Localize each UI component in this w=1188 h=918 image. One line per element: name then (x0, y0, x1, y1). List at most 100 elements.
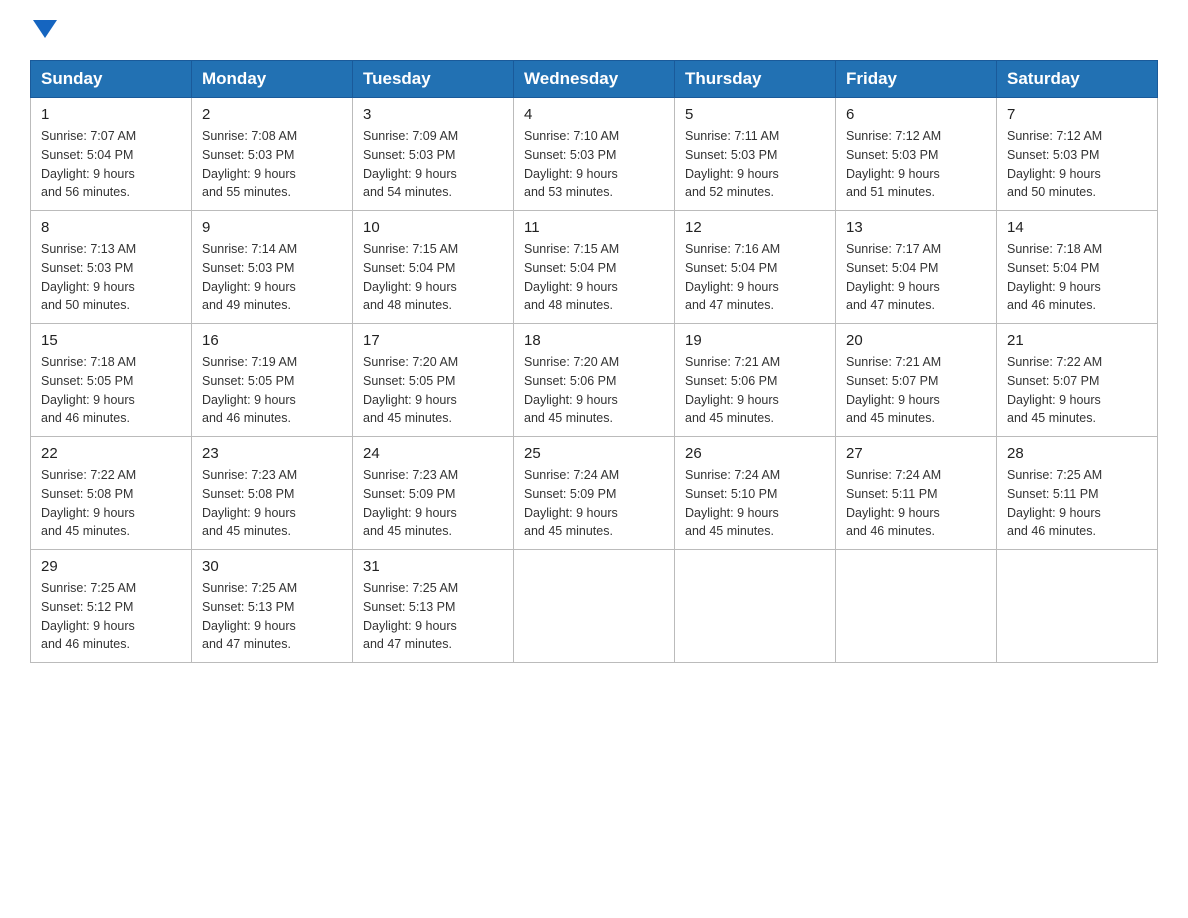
calendar-cell: 10 Sunrise: 7:15 AMSunset: 5:04 PMDayligh… (353, 211, 514, 324)
day-info: Sunrise: 7:07 AMSunset: 5:04 PMDaylight:… (41, 127, 181, 202)
day-number: 22 (41, 445, 181, 462)
day-info: Sunrise: 7:11 AMSunset: 5:03 PMDaylight:… (685, 127, 825, 202)
day-info: Sunrise: 7:14 AMSunset: 5:03 PMDaylight:… (202, 240, 342, 315)
calendar-cell: 31 Sunrise: 7:25 AMSunset: 5:13 PMDayligh… (353, 550, 514, 663)
day-number: 9 (202, 219, 342, 236)
calendar-cell: 22 Sunrise: 7:22 AMSunset: 5:08 PMDayligh… (31, 437, 192, 550)
calendar-cell (514, 550, 675, 663)
calendar-cell (675, 550, 836, 663)
day-info: Sunrise: 7:23 AMSunset: 5:08 PMDaylight:… (202, 466, 342, 541)
calendar-cell: 29Sunrise: 7:25 AMSunset: 5:12 PMDayligh… (31, 550, 192, 663)
col-header-thursday: Thursday (675, 61, 836, 98)
week-row-2: 8 Sunrise: 7:13 AMSunset: 5:03 PMDaylight… (31, 211, 1158, 324)
day-number: 3 (363, 106, 503, 123)
day-number: 6 (846, 106, 986, 123)
col-header-sunday: Sunday (31, 61, 192, 98)
day-number: 21 (1007, 332, 1147, 349)
calendar-cell: 11 Sunrise: 7:15 AMSunset: 5:04 PMDayligh… (514, 211, 675, 324)
day-info: Sunrise: 7:18 AMSunset: 5:05 PMDaylight:… (41, 353, 181, 428)
day-number: 24 (363, 445, 503, 462)
day-info: Sunrise: 7:09 AMSunset: 5:03 PMDaylight:… (363, 127, 503, 202)
day-info: Sunrise: 7:25 AMSunset: 5:13 PMDaylight:… (363, 579, 503, 654)
day-info: Sunrise: 7:18 AMSunset: 5:04 PMDaylight:… (1007, 240, 1147, 315)
day-number: 4 (524, 106, 664, 123)
calendar-cell: 4 Sunrise: 7:10 AMSunset: 5:03 PMDaylight… (514, 98, 675, 211)
calendar-cell: 18 Sunrise: 7:20 AMSunset: 5:06 PMDayligh… (514, 324, 675, 437)
day-info: Sunrise: 7:10 AMSunset: 5:03 PMDaylight:… (524, 127, 664, 202)
calendar-cell: 27 Sunrise: 7:24 AMSunset: 5:11 PMDayligh… (836, 437, 997, 550)
day-number: 12 (685, 219, 825, 236)
day-info: Sunrise: 7:22 AMSunset: 5:08 PMDaylight:… (41, 466, 181, 541)
day-number: 31 (363, 558, 503, 575)
calendar-cell: 19 Sunrise: 7:21 AMSunset: 5:06 PMDayligh… (675, 324, 836, 437)
logo (30, 20, 57, 40)
calendar-cell (997, 550, 1158, 663)
day-info: Sunrise: 7:20 AMSunset: 5:05 PMDaylight:… (363, 353, 503, 428)
week-row-4: 22 Sunrise: 7:22 AMSunset: 5:08 PMDayligh… (31, 437, 1158, 550)
day-info: Sunrise: 7:15 AMSunset: 5:04 PMDaylight:… (363, 240, 503, 315)
day-number: 1 (41, 106, 181, 123)
logo-triangle-icon (33, 20, 57, 38)
day-info: Sunrise: 7:25 AMSunset: 5:13 PMDaylight:… (202, 579, 342, 654)
calendar-cell: 6Sunrise: 7:12 AMSunset: 5:03 PMDaylight… (836, 98, 997, 211)
day-number: 8 (41, 219, 181, 236)
calendar-cell: 23 Sunrise: 7:23 AMSunset: 5:08 PMDayligh… (192, 437, 353, 550)
day-number: 10 (363, 219, 503, 236)
day-number: 26 (685, 445, 825, 462)
day-number: 14 (1007, 219, 1147, 236)
calendar-cell: 5 Sunrise: 7:11 AMSunset: 5:03 PMDaylight… (675, 98, 836, 211)
calendar-cell (836, 550, 997, 663)
day-info: Sunrise: 7:24 AMSunset: 5:09 PMDaylight:… (524, 466, 664, 541)
calendar-cell: 30Sunrise: 7:25 AMSunset: 5:13 PMDayligh… (192, 550, 353, 663)
day-number: 18 (524, 332, 664, 349)
day-number: 11 (524, 219, 664, 236)
col-header-wednesday: Wednesday (514, 61, 675, 98)
day-number: 7 (1007, 106, 1147, 123)
week-row-3: 15 Sunrise: 7:18 AMSunset: 5:05 PMDayligh… (31, 324, 1158, 437)
day-info: Sunrise: 7:25 AMSunset: 5:11 PMDaylight:… (1007, 466, 1147, 541)
day-info: Sunrise: 7:13 AMSunset: 5:03 PMDaylight:… (41, 240, 181, 315)
day-number: 17 (363, 332, 503, 349)
calendar-cell: 16 Sunrise: 7:19 AMSunset: 5:05 PMDayligh… (192, 324, 353, 437)
calendar-cell: 9 Sunrise: 7:14 AMSunset: 5:03 PMDaylight… (192, 211, 353, 324)
day-info: Sunrise: 7:20 AMSunset: 5:06 PMDaylight:… (524, 353, 664, 428)
calendar-cell: 17 Sunrise: 7:20 AMSunset: 5:05 PMDayligh… (353, 324, 514, 437)
page-header (30, 20, 1158, 40)
day-number: 15 (41, 332, 181, 349)
day-info: Sunrise: 7:17 AMSunset: 5:04 PMDaylight:… (846, 240, 986, 315)
calendar-cell: 3 Sunrise: 7:09 AMSunset: 5:03 PMDaylight… (353, 98, 514, 211)
day-number: 19 (685, 332, 825, 349)
day-info: Sunrise: 7:16 AMSunset: 5:04 PMDaylight:… (685, 240, 825, 315)
col-header-saturday: Saturday (997, 61, 1158, 98)
week-row-1: 1 Sunrise: 7:07 AMSunset: 5:04 PMDaylight… (31, 98, 1158, 211)
day-number: 27 (846, 445, 986, 462)
calendar-cell: 20Sunrise: 7:21 AMSunset: 5:07 PMDayligh… (836, 324, 997, 437)
day-info: Sunrise: 7:12 AMSunset: 5:03 PMDaylight:… (1007, 127, 1147, 202)
day-info: Sunrise: 7:21 AMSunset: 5:07 PMDaylight:… (846, 353, 986, 428)
calendar-cell: 15 Sunrise: 7:18 AMSunset: 5:05 PMDayligh… (31, 324, 192, 437)
day-number: 25 (524, 445, 664, 462)
day-number: 2 (202, 106, 342, 123)
day-info: Sunrise: 7:15 AMSunset: 5:04 PMDaylight:… (524, 240, 664, 315)
day-number: 28 (1007, 445, 1147, 462)
calendar-cell: 8 Sunrise: 7:13 AMSunset: 5:03 PMDaylight… (31, 211, 192, 324)
day-info: Sunrise: 7:24 AMSunset: 5:10 PMDaylight:… (685, 466, 825, 541)
day-number: 23 (202, 445, 342, 462)
calendar-cell: 14 Sunrise: 7:18 AMSunset: 5:04 PMDayligh… (997, 211, 1158, 324)
day-number: 29 (41, 558, 181, 575)
day-info: Sunrise: 7:24 AMSunset: 5:11 PMDaylight:… (846, 466, 986, 541)
day-info: Sunrise: 7:08 AMSunset: 5:03 PMDaylight:… (202, 127, 342, 202)
calendar-cell: 26 Sunrise: 7:24 AMSunset: 5:10 PMDayligh… (675, 437, 836, 550)
calendar-cell: 1 Sunrise: 7:07 AMSunset: 5:04 PMDaylight… (31, 98, 192, 211)
day-info: Sunrise: 7:21 AMSunset: 5:06 PMDaylight:… (685, 353, 825, 428)
calendar-cell: 21 Sunrise: 7:22 AMSunset: 5:07 PMDayligh… (997, 324, 1158, 437)
day-info: Sunrise: 7:22 AMSunset: 5:07 PMDaylight:… (1007, 353, 1147, 428)
day-number: 13 (846, 219, 986, 236)
calendar-cell: 28 Sunrise: 7:25 AMSunset: 5:11 PMDayligh… (997, 437, 1158, 550)
col-header-tuesday: Tuesday (353, 61, 514, 98)
day-number: 16 (202, 332, 342, 349)
day-info: Sunrise: 7:19 AMSunset: 5:05 PMDaylight:… (202, 353, 342, 428)
week-row-5: 29Sunrise: 7:25 AMSunset: 5:12 PMDayligh… (31, 550, 1158, 663)
col-header-friday: Friday (836, 61, 997, 98)
day-number: 5 (685, 106, 825, 123)
